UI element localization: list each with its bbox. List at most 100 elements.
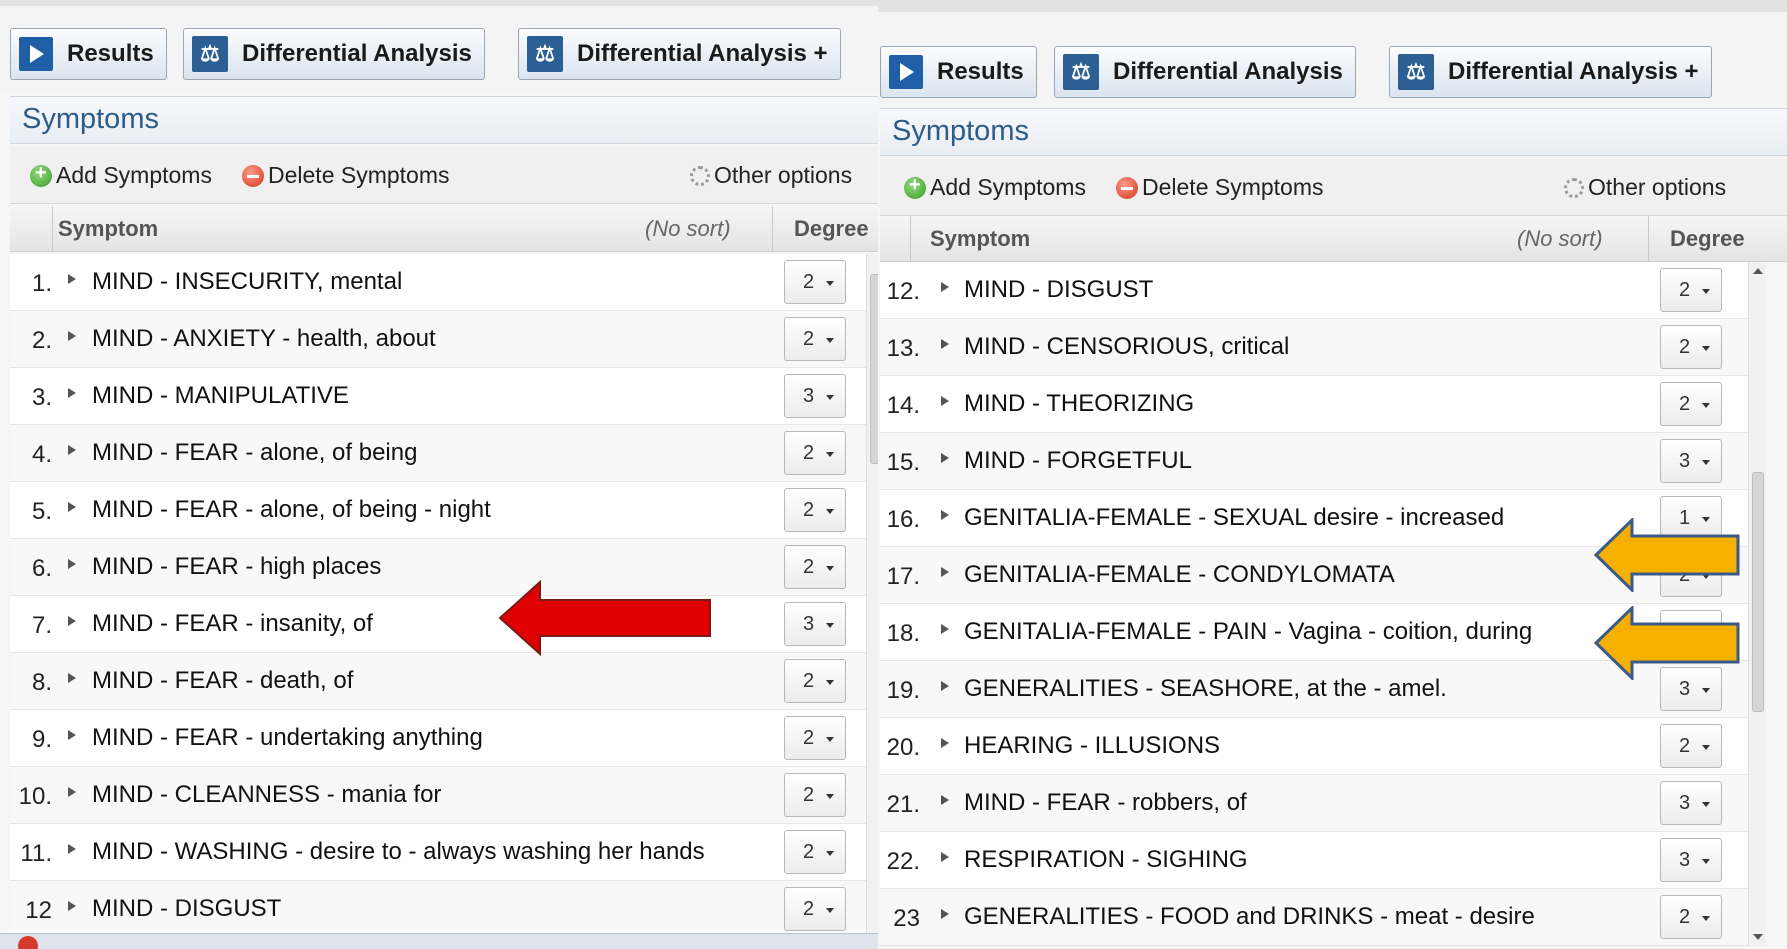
scrollbar-thumb[interactable] (1752, 472, 1764, 712)
differential-analysis-plus-button[interactable]: ⚖ Differential Analysis + (518, 28, 841, 80)
symptoms-header: Symptoms (10, 96, 878, 144)
degree-value: 3 (1679, 449, 1691, 472)
other-options-button[interactable]: Other options (690, 162, 852, 189)
symptom-text: GENITALIA-FEMALE - PAIN - Vagina - coiti… (964, 618, 1533, 645)
results-button[interactable]: Results (10, 28, 167, 80)
expand-icon[interactable] (68, 787, 76, 797)
differential-analysis-button[interactable]: ⚖ Differential Analysis (1054, 46, 1356, 98)
degree-dropdown[interactable]: 3 (784, 374, 846, 418)
table-row[interactable]: 5. MIND - FEAR - alone, of being - night 2 (10, 482, 878, 539)
expand-icon[interactable] (68, 901, 76, 911)
degree-value: 2 (1679, 905, 1691, 928)
degree-dropdown[interactable]: 2 (1660, 382, 1722, 426)
degree-dropdown[interactable]: 2 (784, 431, 846, 475)
expand-icon[interactable] (941, 681, 949, 691)
sort-indicator[interactable]: (No sort) (645, 216, 731, 242)
other-options-button[interactable]: Other options (1564, 174, 1726, 201)
table-row[interactable]: 1. MIND - INSECURITY, mental 2 (10, 254, 878, 311)
differential-analysis-plus-button[interactable]: ⚖ Differential Analysis + (1389, 46, 1712, 98)
table-row[interactable]: 10. MIND - CLEANNESS - mania for 2 (10, 767, 878, 824)
degree-column-header[interactable]: Degree (794, 216, 869, 242)
symptom-column-header[interactable]: Symptom (58, 216, 158, 242)
expand-icon[interactable] (68, 844, 76, 854)
expand-icon[interactable] (941, 396, 949, 406)
degree-dropdown[interactable]: 3 (1660, 781, 1722, 825)
add-symptoms-button[interactable]: Add Symptoms (904, 174, 1086, 201)
table-row[interactable]: 4. MIND - FEAR - alone, of being 2 (10, 425, 878, 482)
right-panel: Results ⚖ Differential Analysis ⚖ Differ… (878, 0, 1787, 949)
expand-icon[interactable] (941, 282, 949, 292)
degree-dropdown[interactable]: 2 (784, 488, 846, 532)
degree-dropdown[interactable]: 2 (1660, 325, 1722, 369)
row-number: 6. (31, 555, 52, 582)
degree-dropdown[interactable]: 2 (1660, 895, 1722, 939)
degree-dropdown[interactable]: 3 (1660, 838, 1722, 882)
delete-symptoms-button[interactable]: Delete Symptoms (242, 162, 450, 189)
degree-dropdown[interactable]: 2 (1660, 724, 1722, 768)
table-row[interactable]: 22. RESPIRATION - SIGHING 3 (880, 832, 1748, 889)
expand-icon[interactable] (68, 388, 76, 398)
expand-icon[interactable] (68, 730, 76, 740)
expand-icon[interactable] (941, 567, 949, 577)
expand-icon[interactable] (68, 331, 76, 341)
scrollbar-thumb[interactable] (870, 274, 878, 464)
differential-analysis-button[interactable]: ⚖ Differential Analysis (183, 28, 485, 80)
degree-value: 2 (803, 441, 815, 464)
expand-icon[interactable] (941, 339, 949, 349)
degree-dropdown[interactable]: 2 (784, 887, 846, 931)
results-button[interactable]: Results (880, 46, 1037, 98)
delete-symptoms-button[interactable]: Delete Symptoms (1116, 174, 1324, 201)
expand-icon[interactable] (68, 673, 76, 683)
degree-dropdown[interactable]: 2 (784, 260, 846, 304)
table-row[interactable]: 15. MIND - FORGETFUL 3 (880, 433, 1748, 490)
expand-icon[interactable] (941, 852, 949, 862)
degree-dropdown[interactable]: 2 (784, 545, 846, 589)
table-row[interactable]: 13. MIND - CENSORIOUS, critical 2 (880, 319, 1748, 376)
degree-column-header[interactable]: Degree (1670, 226, 1745, 252)
expand-icon[interactable] (68, 445, 76, 455)
degree-dropdown[interactable]: 3 (1660, 439, 1722, 483)
degree-dropdown[interactable]: 3 (784, 602, 846, 646)
expand-icon[interactable] (68, 502, 76, 512)
table-row[interactable]: 8. MIND - FEAR - death, of 2 (10, 653, 878, 710)
degree-dropdown[interactable]: 2 (784, 773, 846, 817)
symptom-text: MIND - THEORIZING (964, 390, 1195, 417)
expand-icon[interactable] (941, 738, 949, 748)
table-row[interactable]: 9. MIND - FEAR - undertaking anything 2 (10, 710, 878, 767)
degree-value: 2 (803, 783, 815, 806)
expand-icon[interactable] (941, 510, 949, 520)
table-row[interactable]: 14. MIND - THEORIZING 2 (880, 376, 1748, 433)
expand-icon[interactable] (941, 453, 949, 463)
degree-dropdown[interactable]: 2 (1660, 268, 1722, 312)
expand-icon[interactable] (68, 559, 76, 569)
row-number: 10. (18, 783, 52, 810)
degree-dropdown[interactable]: 2 (784, 317, 846, 361)
expand-icon[interactable] (68, 616, 76, 626)
table-row[interactable]: 3. MIND - MANIPULATIVE 3 (10, 368, 878, 425)
table-row[interactable]: 11. MIND - WASHING - desire to - always w… (10, 824, 878, 881)
table-row[interactable]: 2. MIND - ANXIETY - health, about 2 (10, 311, 878, 368)
symptom-column-header[interactable]: Symptom (930, 226, 1030, 252)
scale-icon: ⚖ (1398, 54, 1434, 90)
scroll-up-icon[interactable] (1753, 268, 1763, 274)
expand-icon[interactable] (941, 624, 949, 634)
table-row[interactable]: 6. MIND - FEAR - high places 2 (10, 539, 878, 596)
expand-icon[interactable] (941, 909, 949, 919)
sort-indicator[interactable]: (No sort) (1517, 226, 1603, 252)
add-symptoms-label: Add Symptoms (930, 174, 1086, 200)
scroll-down-icon[interactable] (1753, 934, 1763, 940)
table-row[interactable]: 7. MIND - FEAR - insanity, of 3 (10, 596, 878, 653)
table-row[interactable]: 12 MIND - DISGUST 2 (10, 881, 878, 938)
table-row[interactable]: 20. HEARING - ILLUSIONS 2 (880, 718, 1748, 775)
expand-icon[interactable] (941, 795, 949, 805)
table-row[interactable]: 23 GENERALITIES - FOOD and DRINKS - meat … (880, 889, 1748, 946)
table-row[interactable]: 12. MIND - DISGUST 2 (880, 262, 1748, 319)
left-scrollbar[interactable] (866, 254, 878, 944)
right-scrollbar[interactable] (1748, 262, 1766, 946)
expand-icon[interactable] (68, 274, 76, 284)
degree-dropdown[interactable]: 2 (784, 659, 846, 703)
add-symptoms-button[interactable]: Add Symptoms (30, 162, 212, 189)
degree-dropdown[interactable]: 2 (784, 716, 846, 760)
degree-dropdown[interactable]: 2 (784, 830, 846, 874)
table-row[interactable]: 21. MIND - FEAR - robbers, of 3 (880, 775, 1748, 832)
